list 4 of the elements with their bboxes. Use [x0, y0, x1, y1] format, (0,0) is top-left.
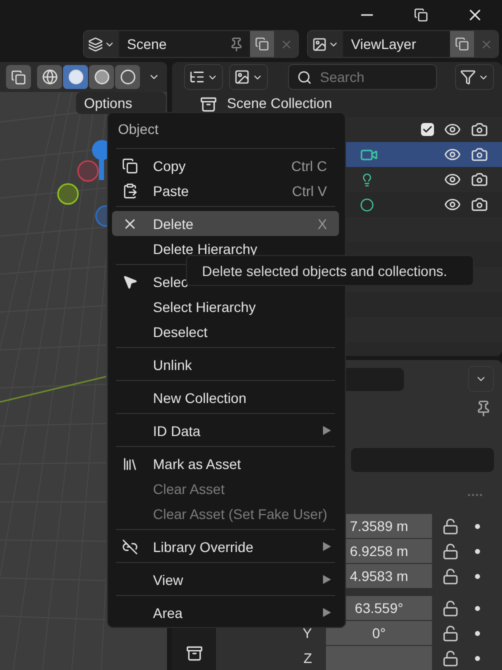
tooltip: Delete selected objects and collections. [186, 255, 474, 286]
axis-label: Z [302, 650, 313, 666]
axis-label: Y [302, 625, 313, 641]
menu-title: Object [117, 120, 158, 139]
